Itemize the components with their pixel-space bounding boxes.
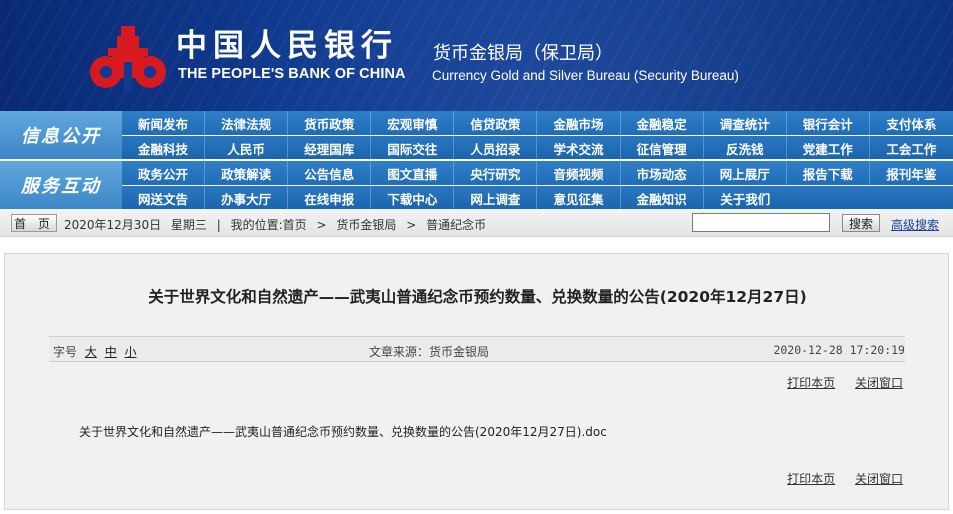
nav-item-gov-affairs[interactable]: 政务公开: [122, 161, 206, 185]
article-title: 关于世界文化和自然遗产——武夷山普通纪念币预约数量、兑换数量的公告(2020年1…: [148, 288, 807, 306]
pboc-logo-icon[interactable]: [88, 24, 168, 92]
nav-item-fintech[interactable]: 金融科技: [122, 136, 206, 160]
nav-item-audio-video[interactable]: 音频视频: [537, 161, 621, 185]
nav-item-research[interactable]: 央行研究: [454, 161, 538, 185]
nav-row-4: 网送文告 办事大厅 在线申报 下载中心 网上调查 意见征集 金融知识 关于我们: [122, 186, 953, 210]
current-date: 2020年12月30日: [64, 218, 162, 232]
article-actions-bottom: 打印本页 关闭窗口: [771, 470, 903, 487]
advanced-search-link[interactable]: 高级搜索: [891, 216, 939, 233]
nav-item-financial-stability[interactable]: 金融稳定: [621, 111, 704, 135]
article-datetime: 2020-12-28 17:20:19: [773, 343, 905, 357]
main-nav: 信息公开 服务互动 新闻发布 法律法规 货币政策 宏观审慎 信贷政策 金融市场 …: [0, 111, 953, 210]
breadcrumb-home[interactable]: 我的位置:首页: [231, 218, 307, 232]
nav-item-report-download[interactable]: 报告下载: [787, 161, 870, 185]
font-size-label: 字号: [53, 345, 78, 359]
nav-item-treasury[interactable]: 经理国库: [288, 136, 372, 160]
nav-row-2: 金融科技 人民币 经理国库 国际交往 人员招录 学术交流 征信管理 反洗钱 党建…: [122, 136, 953, 160]
close-window-link[interactable]: 关闭窗口: [855, 472, 903, 486]
nav-item-laws[interactable]: 法律法规: [205, 111, 289, 135]
nav-item-monetary-policy[interactable]: 货币政策: [288, 111, 372, 135]
breadcrumb: 2020年12月30日 星期三 | 我的位置:首页 > 货币金银局 > 普通纪念…: [64, 216, 492, 233]
bureau-name-cn: 货币金银局（保卫局）: [433, 43, 613, 64]
nav-item-online-survey[interactable]: 网上调查: [454, 186, 538, 210]
nav-item-financial-knowledge[interactable]: 金融知识: [621, 186, 704, 210]
nav-item-feedback[interactable]: 意见征集: [537, 186, 621, 210]
article-meta: 字号 大 中 小 文章来源：货币金银局 2020-12-28 17:20:19: [49, 336, 905, 362]
nav-item-yearbook[interactable]: 报刊年鉴: [870, 161, 953, 185]
nav-item-about-us[interactable]: 关于我们: [704, 186, 787, 210]
nav-item-live[interactable]: 图文直播: [371, 161, 455, 185]
nav-item-credit-management[interactable]: 征信管理: [621, 136, 704, 160]
article-actions-top: 打印本页 关闭窗口: [771, 374, 903, 391]
nav-row-1: 新闻发布 法律法规 货币政策 宏观审慎 信贷政策 金融市场 金融稳定 调查统计 …: [122, 111, 953, 135]
nav-item-document-delivery[interactable]: 网送文告: [122, 186, 206, 210]
chevron-right-icon: >: [406, 218, 417, 232]
nav-item-financial-market[interactable]: 金融市场: [537, 111, 621, 135]
bureau-name-en: Currency Gold and Silver Bureau (Securit…: [432, 68, 739, 83]
nav-item-online-declaration[interactable]: 在线申报: [288, 186, 372, 210]
breadcrumb-commemorative-coin[interactable]: 普通纪念币: [426, 218, 486, 232]
location-bar: 首 页 2020年12月30日 星期三 | 我的位置:首页 > 货币金银局 > …: [0, 209, 953, 237]
nav-item-recruitment[interactable]: 人员招录: [454, 136, 538, 160]
nav-item-union[interactable]: 工会工作: [870, 136, 953, 160]
nav-item-bank-accounting[interactable]: 银行会计: [787, 111, 870, 135]
nav-item-macroprudential[interactable]: 宏观审慎: [371, 111, 455, 135]
nav-item-academic[interactable]: 学术交流: [537, 136, 621, 160]
font-size-medium[interactable]: 中: [105, 345, 117, 359]
nav-row-3: 政务公开 政策解读 公告信息 图文直播 央行研究 音频视频 市场动态 网上展厅 …: [122, 161, 953, 185]
site-header: 中国人民银行 THE PEOPLE'S BANK OF CHINA 货币金银局（…: [0, 0, 953, 111]
nav-item-international[interactable]: 国际交往: [371, 136, 455, 160]
article-panel: 关于世界文化和自然遗产——武夷山普通纪念币预约数量、兑换数量的公告(2020年1…: [4, 253, 949, 510]
nav-section-service: 服务互动: [0, 161, 122, 209]
current-weekday: 星期三: [170, 218, 207, 232]
breadcrumb-bureau[interactable]: 货币金银局: [336, 218, 396, 232]
search-button[interactable]: 搜索: [842, 214, 880, 232]
nav-item-news[interactable]: 新闻发布: [122, 111, 206, 135]
font-size-small[interactable]: 小: [125, 345, 137, 359]
font-size-control: 字号 大 中 小: [53, 343, 137, 360]
nav-item-online-exhibition[interactable]: 网上展厅: [704, 161, 787, 185]
article-source: 文章来源：货币金银局: [369, 345, 490, 359]
nav-item-credit-policy[interactable]: 信贷政策: [454, 111, 538, 135]
nav-item-announcements[interactable]: 公告信息: [288, 161, 372, 185]
search-input[interactable]: [692, 213, 830, 232]
nav-item-statistics[interactable]: 调查统计: [704, 111, 787, 135]
nav-item-download-center[interactable]: 下载中心: [371, 186, 455, 210]
nav-section-info-public: 信息公开: [0, 111, 122, 159]
nav-item-policy-interpretation[interactable]: 政策解读: [205, 161, 289, 185]
print-page-link[interactable]: 打印本页: [787, 376, 835, 390]
nav-item-payment-system[interactable]: 支付体系: [870, 111, 953, 135]
nav-item-market-news[interactable]: 市场动态: [621, 161, 704, 185]
nav-item-rmb[interactable]: 人民币: [205, 136, 289, 160]
close-window-link[interactable]: 关闭窗口: [855, 376, 903, 390]
font-size-large[interactable]: 大: [85, 345, 97, 359]
breadcrumb-separator: |: [216, 218, 221, 232]
nav-item-anti-money-laundering[interactable]: 反洗钱: [704, 136, 787, 160]
chevron-right-icon: >: [316, 218, 327, 232]
nav-divider: [0, 159, 953, 161]
nav-item-service-hall[interactable]: 办事大厅: [205, 186, 289, 210]
bank-name-en: THE PEOPLE'S BANK OF CHINA: [178, 66, 406, 82]
attachment-link[interactable]: 关于世界文化和自然遗产——武夷山普通纪念币预约数量、兑换数量的公告(2020年1…: [79, 423, 607, 440]
nav-item-party-building[interactable]: 党建工作: [787, 136, 870, 160]
print-page-link[interactable]: 打印本页: [787, 472, 835, 486]
bank-name-cn: 中国人民银行: [176, 28, 398, 64]
home-button[interactable]: 首 页: [11, 214, 57, 232]
